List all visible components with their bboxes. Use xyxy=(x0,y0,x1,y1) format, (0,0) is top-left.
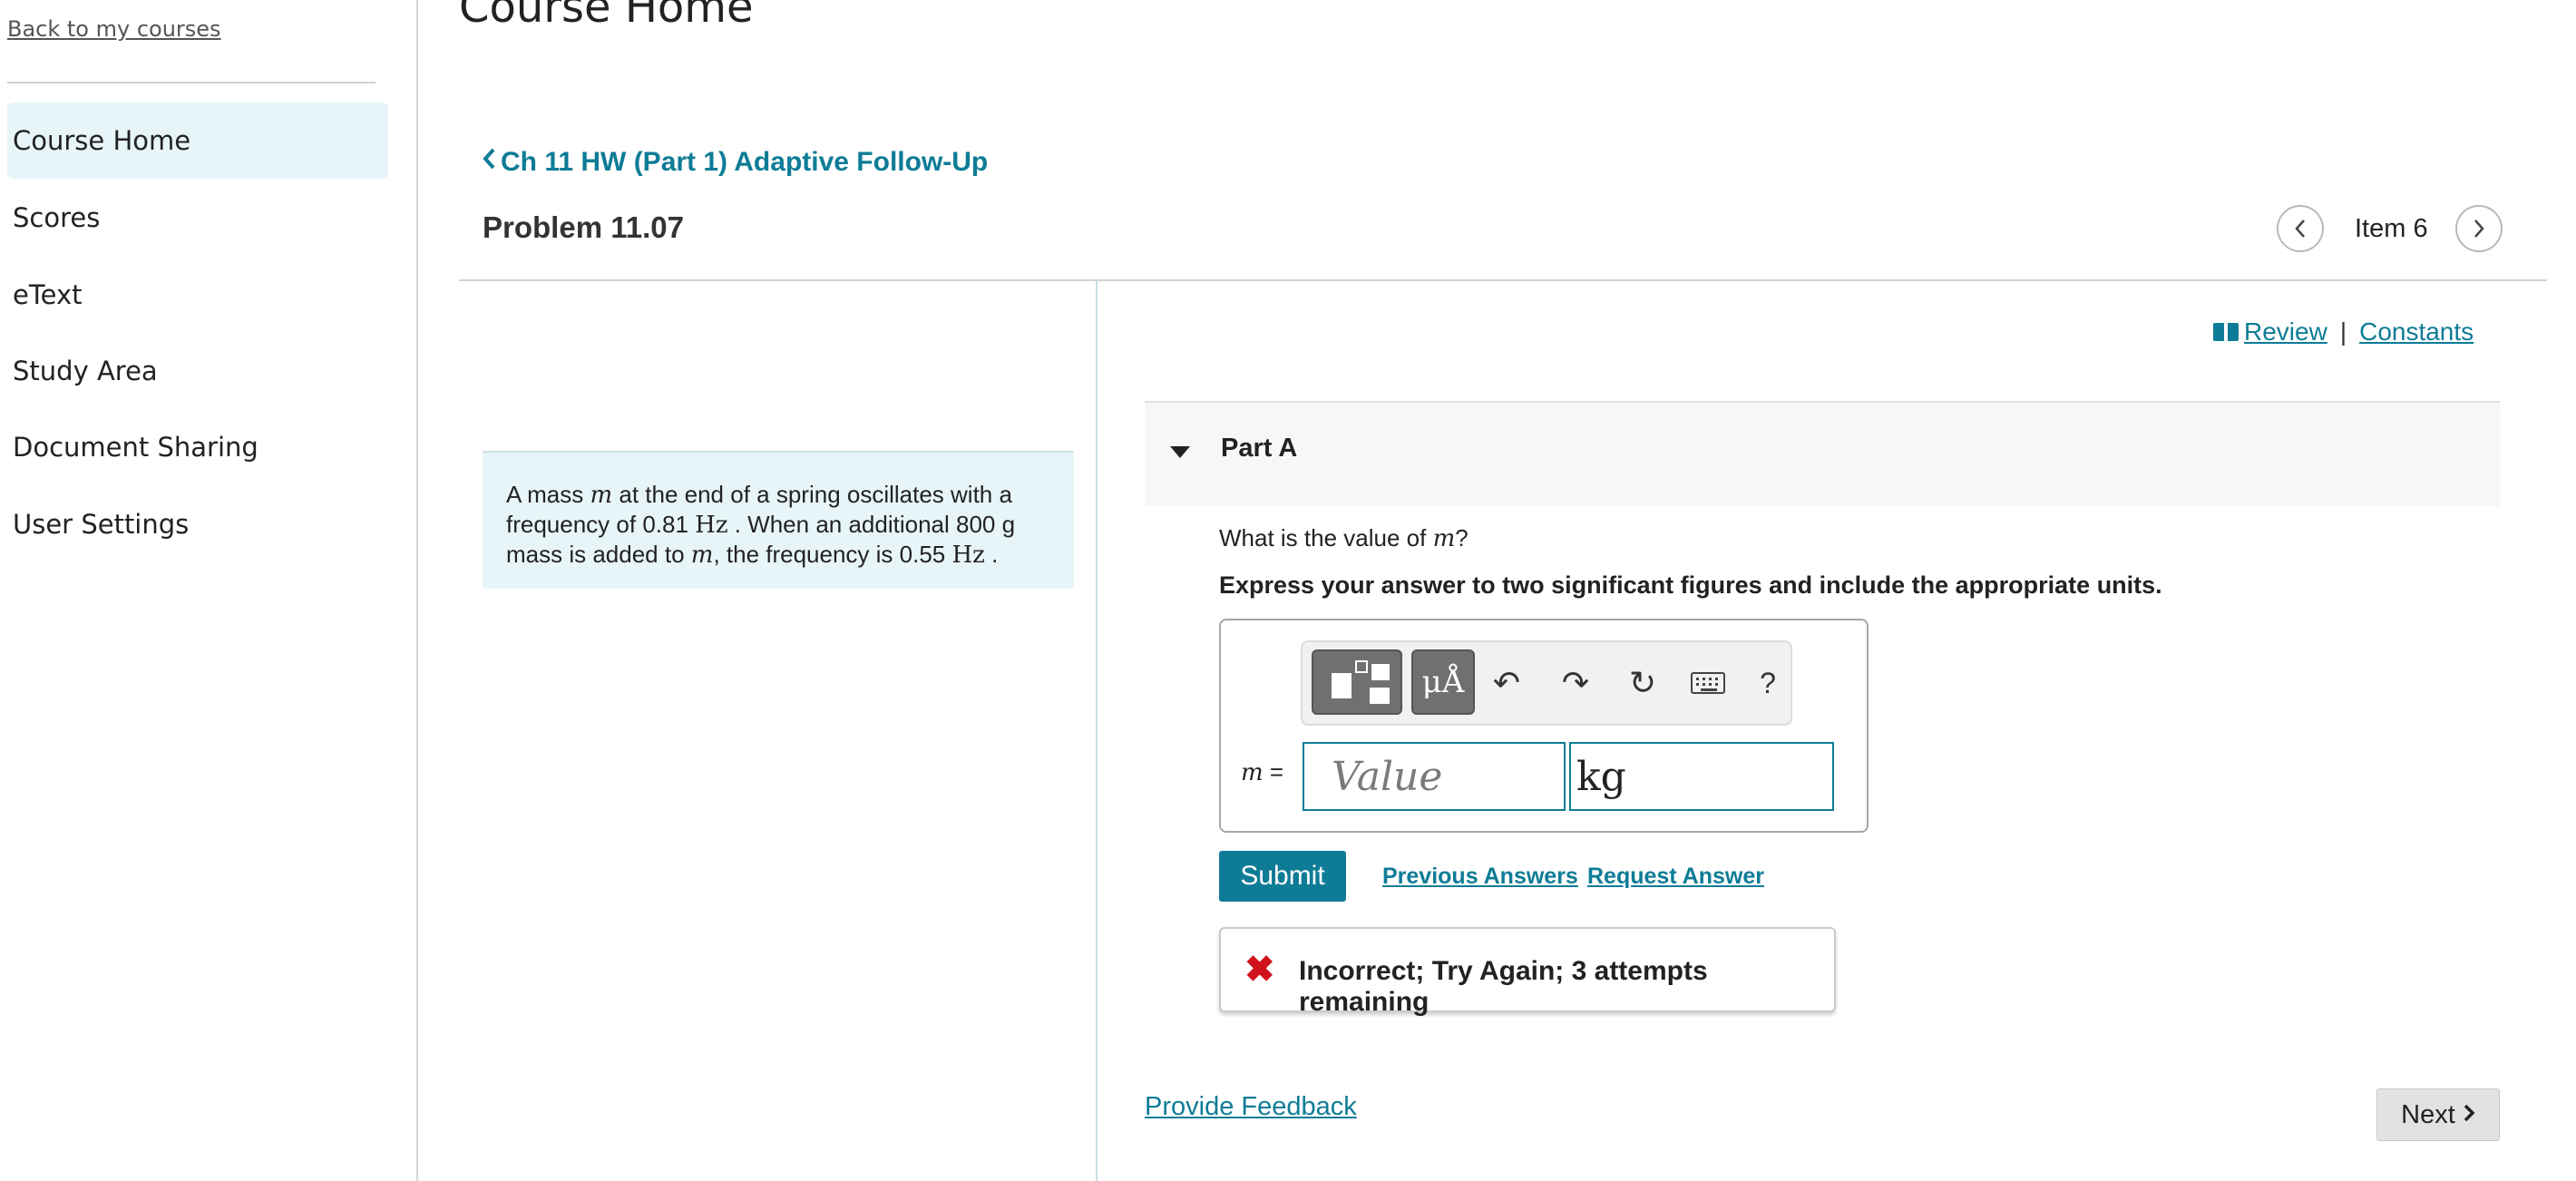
intro-text: A mass xyxy=(506,481,590,508)
collapse-triangle-icon[interactable] xyxy=(1170,446,1190,458)
redo-icon[interactable]: ↷ xyxy=(1553,659,1598,708)
part-label: Part A xyxy=(1221,434,1298,463)
sidebar-item-user-settings[interactable]: User Settings xyxy=(7,486,388,562)
template-icon-part xyxy=(1332,673,1351,698)
item-navigation: Item 6 xyxy=(2277,203,2503,254)
reset-icon[interactable]: ↻ xyxy=(1620,659,1665,708)
chevron-left-icon xyxy=(2295,220,2305,238)
page-title: Course Home xyxy=(459,0,754,33)
keyboard-button[interactable] xyxy=(1685,659,1731,708)
problem-intro: A mass m at the end of a spring oscillat… xyxy=(483,451,1074,589)
feedback-text: Incorrect; Try Again; 3 attempts remaini… xyxy=(1299,956,1708,1017)
units-button[interactable]: μÅ xyxy=(1411,649,1475,715)
header-divider xyxy=(459,279,2547,281)
template-icon-part xyxy=(1370,688,1390,704)
sidebar-divider xyxy=(7,82,376,83)
templates-button[interactable] xyxy=(1312,649,1402,715)
item-label: Item 6 xyxy=(2355,213,2428,243)
question-prefix: What is the value of xyxy=(1219,524,1433,551)
chevron-right-icon xyxy=(2474,220,2484,238)
answer-box: μÅ ↶ ↷ ↻ ? m = xyxy=(1219,619,1869,833)
next-label: Next xyxy=(2401,1099,2455,1129)
intro-unit: Hz xyxy=(951,542,985,569)
review-link[interactable]: Review xyxy=(2244,317,2327,346)
sidebar-item-scores[interactable]: Scores xyxy=(7,180,388,256)
assignment-link-label: Ch 11 HW (Part 1) Adaptive Follow-Up xyxy=(501,147,989,177)
part-a-header[interactable]: Part A xyxy=(1145,401,2500,506)
back-to-courses-link[interactable]: Back to my courses xyxy=(7,16,221,42)
link-separator: | xyxy=(2339,317,2347,346)
sidebar-item-course-home[interactable]: Course Home xyxy=(7,102,388,179)
intro-text: , the frequency is 0.55 xyxy=(713,541,952,568)
intro-unit: Hz xyxy=(695,512,728,539)
sidebar-item-document-sharing[interactable]: Document Sharing xyxy=(7,409,388,485)
sidebar: Back to my courses Course Home Scores eT… xyxy=(0,0,418,1181)
math-toolbar: μÅ ↶ ↷ ↻ ? xyxy=(1301,640,1792,726)
answer-label: m = xyxy=(1241,758,1284,786)
answer-var: m xyxy=(1241,759,1264,786)
answer-instruction: Express your answer to two significant f… xyxy=(1219,571,2162,599)
unit-input[interactable] xyxy=(1569,742,1834,811)
intro-var: m xyxy=(690,542,714,569)
book-icon xyxy=(2213,323,2239,341)
column-divider xyxy=(1096,280,1098,1181)
assignment-back-link[interactable]: Ch 11 HW (Part 1) Adaptive Follow-Up xyxy=(481,147,988,178)
submit-button[interactable]: Submit xyxy=(1219,851,1346,902)
help-icon[interactable]: ? xyxy=(1745,659,1791,708)
chevron-right-icon xyxy=(2463,1100,2475,1130)
problem-title: Problem 11.07 xyxy=(483,210,684,244)
value-input[interactable] xyxy=(1303,742,1566,811)
template-icon-part xyxy=(1371,664,1390,680)
provide-feedback-link[interactable]: Provide Feedback xyxy=(1145,1092,1357,1122)
chevron-left-icon xyxy=(481,147,497,178)
template-icon-part xyxy=(1355,660,1368,673)
sidebar-item-etext[interactable]: eText xyxy=(7,257,388,333)
next-button[interactable]: Next xyxy=(2376,1088,2500,1141)
undo-icon[interactable]: ↶ xyxy=(1484,659,1529,708)
question-var: m xyxy=(1432,525,1456,552)
request-answer-link[interactable]: Request Answer xyxy=(1587,864,1764,890)
constants-link[interactable]: Constants xyxy=(2359,317,2474,346)
sidebar-item-study-area[interactable]: Study Area xyxy=(7,333,388,409)
error-x-icon: ✖ xyxy=(1244,950,1275,990)
intro-var: m xyxy=(590,482,613,509)
previous-answers-link[interactable]: Previous Answers xyxy=(1382,864,1578,890)
feedback-message: ✖ Incorrect; Try Again; 3 attempts remai… xyxy=(1219,927,1836,1017)
keyboard-icon xyxy=(1691,672,1725,694)
resource-links: Review | Constants xyxy=(2213,317,2474,346)
next-item-button[interactable] xyxy=(2454,205,2503,252)
question-suffix: ? xyxy=(1455,524,1469,551)
question-text: What is the value of m? xyxy=(1219,524,1469,552)
previous-item-button[interactable] xyxy=(2277,205,2324,252)
intro-text: . xyxy=(984,541,999,568)
